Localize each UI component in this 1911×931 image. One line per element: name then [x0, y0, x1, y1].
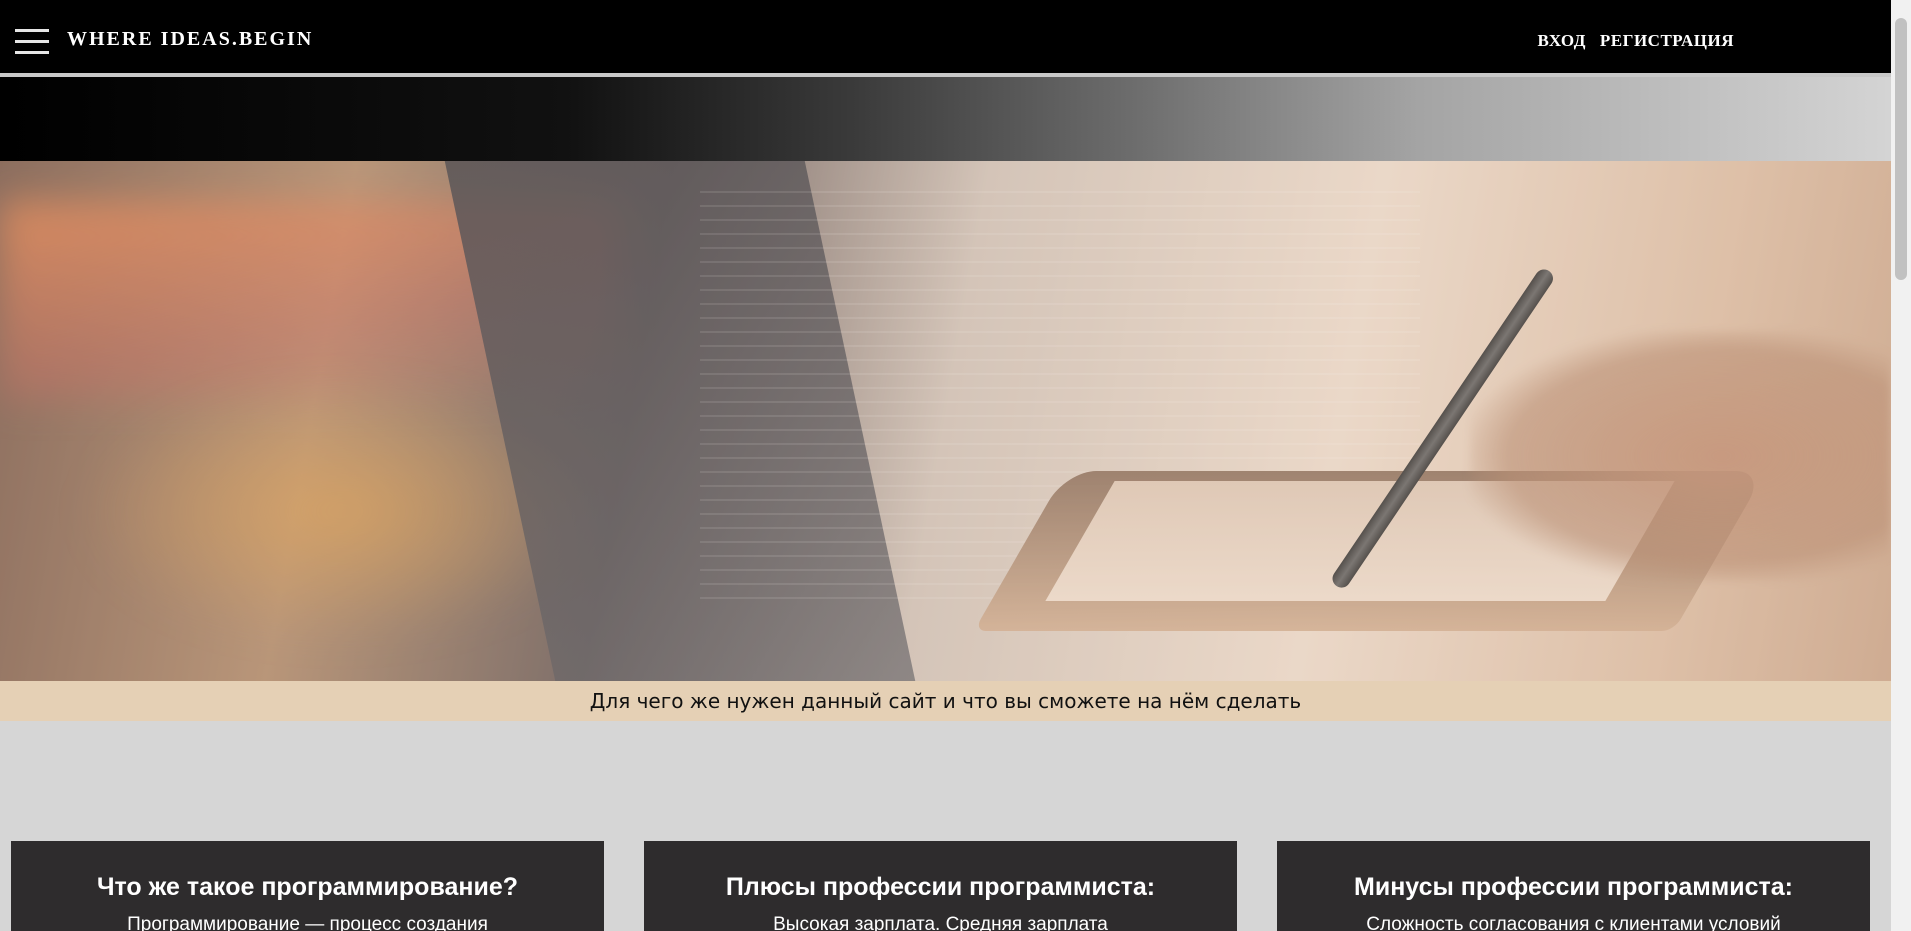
card-text: Программирование — процесс создания — [127, 914, 488, 931]
navbar: WHERE IDEAS.BEGIN ВХОД РЕГИСТРАЦИЯ — [0, 0, 1891, 77]
card-title: Что же такое программирование? — [96, 873, 519, 901]
card-title: Минусы профессии программиста: — [1354, 873, 1793, 901]
hamburger-menu-icon[interactable] — [15, 29, 49, 55]
card-cons: Минусы профессии программиста: Сложность… — [1277, 841, 1870, 931]
page: WHERE IDEAS.BEGIN ВХОД РЕГИСТРАЦИЯ Для ч… — [0, 0, 1891, 931]
card-text: Сложность согласования с клиентами услов… — [1366, 914, 1781, 931]
card-text: Высокая зарплата. Средняя зарплата — [773, 914, 1108, 931]
card-title: Плюсы профессии программиста: — [725, 873, 1156, 901]
register-link[interactable]: РЕГИСТРАЦИЯ — [1600, 31, 1734, 51]
card-what-is-programming: Что же такое программирование? Программи… — [11, 841, 604, 931]
login-link[interactable]: ВХОД — [1538, 31, 1586, 51]
vertical-scrollbar[interactable] — [1891, 0, 1911, 931]
brand-logo[interactable]: WHERE IDEAS.BEGIN — [67, 28, 313, 51]
card-pros: Плюсы профессии программиста: Высокая за… — [644, 841, 1237, 931]
hero-caption: Для чего же нужен данный сайт и что вы с… — [0, 681, 1891, 721]
auth-links: ВХОД РЕГИСТРАЦИЯ — [1538, 31, 1735, 51]
hero-image — [0, 161, 1891, 681]
scrollbar-thumb[interactable] — [1895, 18, 1907, 280]
gradient-band — [0, 77, 1891, 161]
